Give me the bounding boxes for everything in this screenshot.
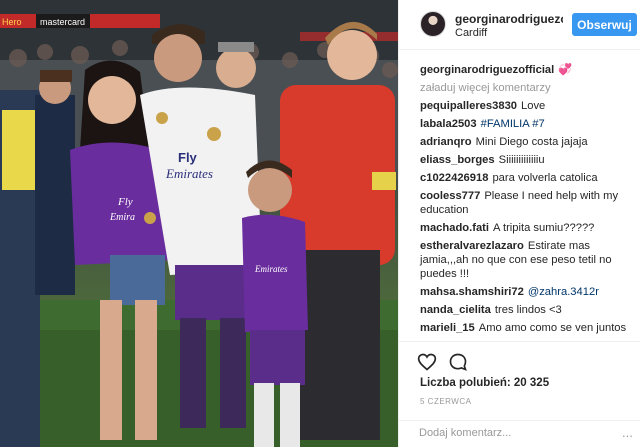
list-item: machado.fati A tripita sumiu?????: [420, 221, 638, 235]
comment-mention[interactable]: @zahra.3412r: [528, 286, 599, 298]
comment-text: A tripita sumiu?????: [493, 222, 595, 234]
comment-username[interactable]: estheralvarezlazaro: [420, 240, 524, 252]
heart-icon[interactable]: [417, 352, 437, 372]
caption-text: 💞: [558, 64, 573, 76]
comment-username[interactable]: machado.fati: [420, 222, 489, 234]
comment-username[interactable]: marieli_15: [420, 322, 475, 334]
list-item: estheralvarezlazaro Estirate mas jamia,,,…: [420, 239, 638, 281]
comment-username[interactable]: c1022426918: [420, 172, 488, 184]
post-photo[interactable]: mastercard Hero Fly Emira Fly Emirates E…: [0, 0, 398, 447]
post-date: 5 CZERWCA: [420, 397, 472, 406]
follow-button[interactable]: Obserwuj: [572, 13, 637, 36]
svg-text:Emirates: Emirates: [165, 166, 213, 181]
avatar[interactable]: [420, 11, 446, 37]
post-location[interactable]: Cardiff: [455, 27, 487, 39]
likes-count[interactable]: Liczba polubień: 20 325: [420, 377, 549, 389]
list-item: eliass_borges Siiiiiiiiiiiiiu: [420, 153, 638, 167]
load-more-comments-link[interactable]: załaduj więcej komentarzy: [420, 81, 638, 95]
list-item: pequipalleres3830 Love: [420, 99, 638, 113]
comment-username[interactable]: eliass_borges: [420, 154, 495, 166]
caption-username[interactable]: georginarodriguezofficial: [420, 64, 554, 76]
photo-illustration: mastercard Hero Fly Emira Fly Emirates E…: [0, 0, 398, 447]
list-item: c1022426918 para volverla catolica: [420, 171, 638, 185]
comment-hashtags[interactable]: #FAMILIA #7: [481, 118, 545, 130]
list-item: marieli_15 Amo amo como se ven juntos: [420, 321, 638, 335]
list-item: adrianqro Mini Diego costa jajaja: [420, 135, 638, 149]
comment-text: Love: [521, 100, 546, 112]
post-header: georginarodriguezo Cardiff Obserwuj: [399, 0, 640, 50]
comment-username[interactable]: mahsa.shamshiri72: [420, 286, 524, 298]
post-details-panel: georginarodriguezo Cardiff Obserwuj geor…: [398, 0, 640, 447]
comments-list: georginarodriguezofficial 💞 załaduj więce…: [420, 63, 638, 339]
caption: georginarodriguezofficial 💞: [420, 63, 638, 77]
banner-sponsor: mastercard: [40, 17, 85, 27]
owner-username[interactable]: georginarodriguezo: [455, 12, 563, 26]
comment-icon[interactable]: [448, 352, 468, 372]
comment-text: para volverla catolica: [492, 172, 598, 184]
list-item: cooless777 Please I need help with my edu…: [420, 189, 638, 217]
comment-username[interactable]: cooless777: [420, 190, 480, 202]
svg-text:Emira: Emira: [109, 212, 135, 223]
add-comment-bar[interactable]: Dodaj komentarz... ...: [399, 420, 640, 447]
svg-text:Fly: Fly: [178, 150, 198, 165]
svg-text:Emirates: Emirates: [254, 264, 288, 274]
list-item: mahsa.shamshiri72 @zahra.3412r: [420, 285, 638, 299]
comment-text: Siiiiiiiiiiiiiu: [498, 154, 545, 166]
comment-username[interactable]: adrianqro: [420, 136, 472, 148]
list-item: nanda_cielita tres lindos <3: [420, 303, 638, 317]
comment-username[interactable]: nanda_cielita: [420, 304, 491, 316]
comment-text: tres lindos <3: [494, 304, 562, 316]
comment-username[interactable]: labala2503: [420, 118, 477, 130]
add-comment-input[interactable]: Dodaj komentarz...: [419, 427, 511, 439]
list-item: labala2503 #FAMILIA #7: [420, 117, 638, 131]
svg-text:Fly: Fly: [117, 196, 133, 208]
more-options-icon[interactable]: ...: [622, 425, 633, 440]
banner-left: Hero: [2, 17, 22, 27]
comment-username[interactable]: pequipalleres3830: [420, 100, 517, 112]
comment-text: Amo amo como se ven juntos: [478, 322, 627, 334]
post-actions: Liczba polubień: 20 325 5 CZERWCA: [399, 341, 640, 421]
comment-text: Mini Diego costa jajaja: [475, 136, 588, 148]
